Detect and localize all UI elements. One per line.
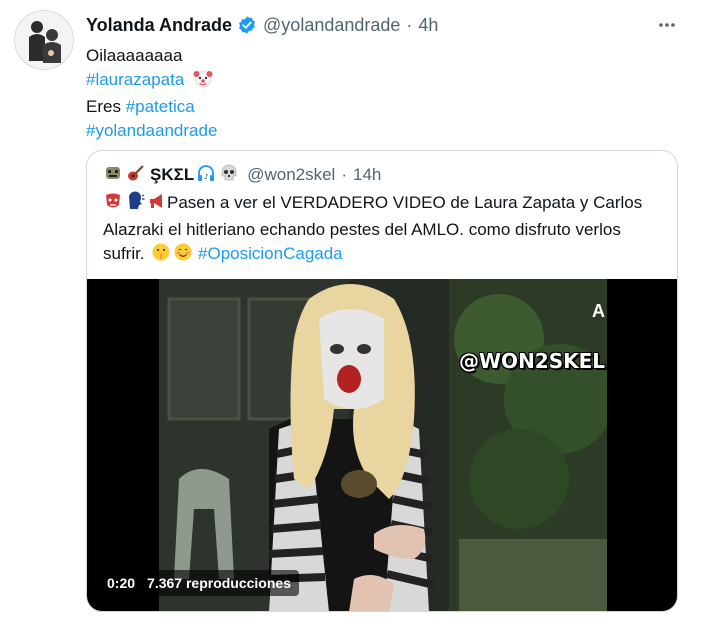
hashtag-link[interactable]: #OposicionCagada <box>198 244 343 263</box>
author-handle[interactable]: @yolandandrade <box>263 15 400 36</box>
clown-face-icon <box>193 68 213 95</box>
goblin-mask-icon <box>103 191 123 218</box>
video-duration: 0:20 <box>107 575 136 591</box>
verified-badge-icon <box>237 15 257 35</box>
hashtag-link[interactable]: #laurazapata <box>86 70 184 89</box>
tweet: Yolanda Andrade @yolandandrade · 4h Oila… <box>0 0 712 620</box>
video-watermark: @WON2SKEL <box>459 349 606 373</box>
separator-dot: · <box>406 14 413 35</box>
shushing-face-icon <box>151 242 171 269</box>
tweet-line: #laurazapata <box>86 68 217 95</box>
alien-monster-icon <box>103 163 123 188</box>
video-frame: @WON2SKEL <box>159 279 607 611</box>
tweet-line: Eres #patetica <box>86 95 217 119</box>
tweet-text: Oilaaaaaaaa #laurazapata Eres #patetica … <box>86 44 217 143</box>
quoted-author-handle[interactable]: @won2skel <box>247 165 335 185</box>
tweet-text-prefix: Eres <box>86 97 126 116</box>
author-name[interactable]: Yolanda Andrade <box>86 15 232 36</box>
smiling-face-icon <box>173 242 193 269</box>
more-options-icon[interactable] <box>654 12 680 38</box>
skull-icon <box>219 163 239 188</box>
svg-text:♪: ♪ <box>204 173 208 181</box>
hashtag-link[interactable]: #patetica <box>126 97 195 116</box>
tweet-text-line: Oilaaaaaaaa <box>86 46 183 65</box>
hashtag-link[interactable]: #yolandaandrade <box>86 121 217 140</box>
speaking-head-icon <box>125 191 145 218</box>
quoted-tweet-header: ŞKΣL ♪ @won2skel · 14h <box>103 163 381 187</box>
video-views: 7.367 reproducciones <box>147 575 291 591</box>
tweet-line: #yolandaandrade <box>86 119 217 143</box>
tweet-header: Yolanda Andrade @yolandandrade · 4h <box>86 12 438 38</box>
tweet-time[interactable]: 4h <box>418 15 438 36</box>
video-corner-mark: A <box>592 301 605 321</box>
video-player[interactable]: @WON2SKEL A 0:20 7.367 reproducciones <box>87 279 677 611</box>
quoted-tweet[interactable]: ŞKΣL ♪ @won2skel · 14h Pasen a ver el VE… <box>86 150 678 612</box>
video-stats-overlay: 0:20 7.367 reproducciones <box>99 570 299 596</box>
tweet-line: Oilaaaaaaaa <box>86 44 217 68</box>
megaphone-icon <box>147 191 167 218</box>
quoted-tweet-time[interactable]: 14h <box>353 165 381 185</box>
separator-dot: · <box>341 165 348 184</box>
quoted-author-name[interactable]: ŞKΣL <box>150 165 194 185</box>
guitar-icon <box>126 163 146 188</box>
quoted-tweet-text: Pasen a ver el VERDADERO VIDEO de Laura … <box>103 191 663 269</box>
avatar[interactable] <box>14 10 74 70</box>
headphone-music-icon: ♪ <box>196 163 216 188</box>
